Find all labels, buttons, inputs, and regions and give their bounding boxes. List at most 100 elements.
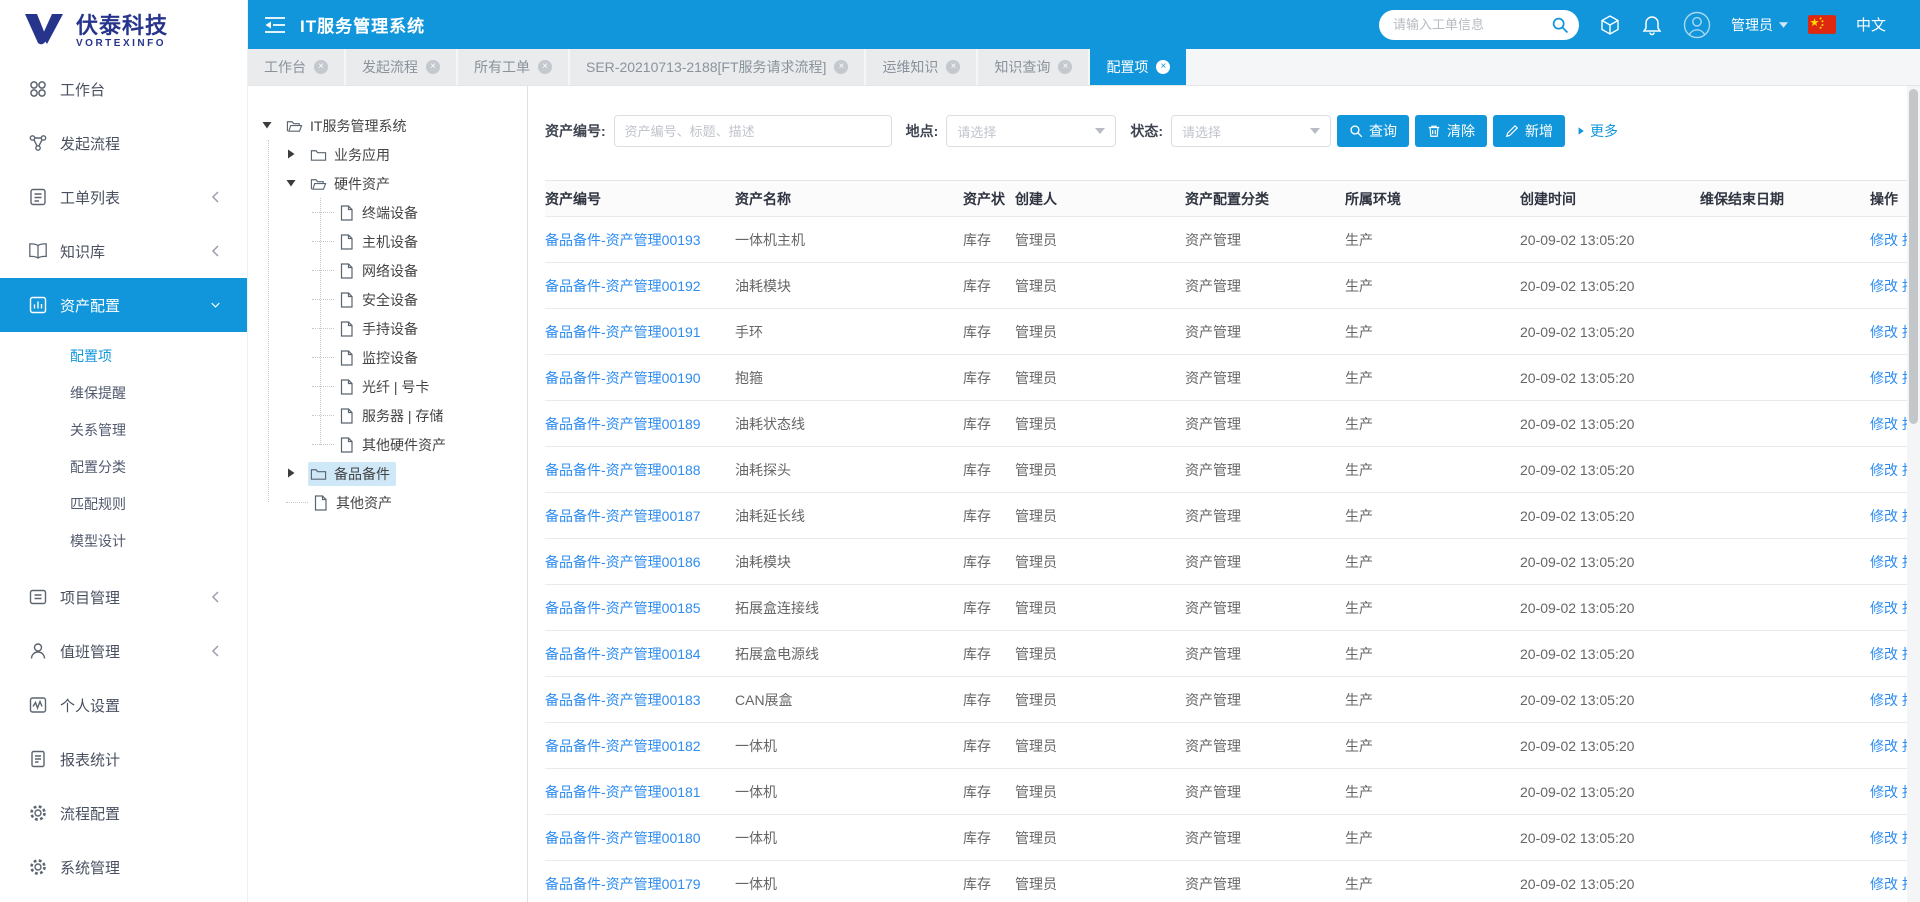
tab-5[interactable]: 知识查询× [978,49,1088,85]
tree-node-13[interactable]: 其他资产 [248,488,527,517]
tree-node-12[interactable]: 备品备件 [248,459,527,488]
collapse-icon[interactable] [264,16,286,34]
tab-close-icon[interactable]: × [834,60,848,74]
modify-link[interactable]: 修改 [1870,784,1898,800]
tab-close-icon[interactable]: × [426,60,440,74]
tab-close-icon[interactable]: × [538,60,552,74]
tab-close-icon[interactable]: × [946,60,960,74]
tab-2[interactable]: 所有工单× [458,49,568,85]
modify-link[interactable]: 修改 [1870,600,1898,616]
sidebar-item-3[interactable]: 知识库 [0,224,247,278]
asset-code-link[interactable]: 备品备件-资产管理00182 [545,738,701,754]
global-search-input[interactable] [1379,10,1579,40]
tree-node-9[interactable]: 光纤 | 号卡 [248,372,527,401]
asset-code-link[interactable]: 备品备件-资产管理00190 [545,370,701,386]
sidebar-item-2[interactable]: 工单列表 [0,170,247,224]
tree-node-2[interactable]: 硬件资产 [248,169,527,198]
sidebar-subitem-1[interactable]: 维保提醒 [0,375,247,412]
asset-code-link[interactable]: 备品备件-资产管理00189 [545,416,701,432]
tree-connector [312,415,334,416]
search-icon[interactable] [1551,16,1569,34]
flag-cn-icon[interactable] [1808,15,1836,34]
clear-button[interactable]: 清除 [1415,115,1487,147]
asset-code-link[interactable]: 备品备件-资产管理00185 [545,600,701,616]
sidebar-subitem-2[interactable]: 关系管理 [0,412,247,449]
asset-code-link[interactable]: 备品备件-资产管理00183 [545,692,701,708]
modify-link[interactable]: 修改 [1870,646,1898,662]
tree-node-4[interactable]: 主机设备 [248,227,527,256]
tab-close-icon[interactable]: × [1058,60,1072,74]
tree-node-10[interactable]: 服务器 | 存储 [248,401,527,430]
sidebar-subitem-0[interactable]: 配置项 [0,338,247,375]
more-link[interactable]: 更多 [1577,121,1618,141]
tree-node-3[interactable]: 终端设备 [248,198,527,227]
tree-node-1[interactable]: 业务应用 [248,140,527,169]
asset-no-input[interactable] [614,115,892,147]
modify-link[interactable]: 修改 [1870,876,1898,892]
tab-0[interactable]: 工作台× [248,49,344,85]
tree-node-6[interactable]: 安全设备 [248,285,527,314]
modify-link[interactable]: 修改 [1870,232,1898,248]
asset-status-cell: 库存 [963,539,1015,585]
sidebar-item-1[interactable]: 发起流程 [0,116,247,170]
created-time-cell: 20-09-02 13:05:20 [1520,401,1700,447]
sidebar-item-9[interactable]: 流程配置 [0,786,247,840]
modify-link[interactable]: 修改 [1870,508,1898,524]
modify-link[interactable]: 修改 [1870,554,1898,570]
modify-link[interactable]: 修改 [1870,324,1898,340]
sidebar-subitem-5[interactable]: 模型设计 [0,523,247,560]
asset-code-link[interactable]: 备品备件-资产管理00186 [545,554,701,570]
sidebar-item-4[interactable]: 资产配置 [0,278,247,332]
tree-node-11[interactable]: 其他硬件资产 [248,430,527,459]
warranty-end-cell [1700,355,1870,401]
modify-link[interactable]: 修改 [1870,738,1898,754]
asset-code-link[interactable]: 备品备件-资产管理00192 [545,278,701,294]
tree-node-0[interactable]: IT服务管理系统 [248,111,527,140]
sidebar-item-10[interactable]: 系统管理 [0,840,247,894]
sidebar-item-5[interactable]: 项目管理 [0,570,247,624]
modify-link[interactable]: 修改 [1870,370,1898,386]
bell-icon[interactable] [1641,14,1663,36]
cube-icon[interactable] [1599,14,1621,36]
tab-6[interactable]: 配置项× [1090,49,1186,85]
sidebar-item-6[interactable]: 值班管理 [0,624,247,678]
asset-name-cell: 一体机 [735,769,963,815]
tab-4[interactable]: 运维知识× [866,49,976,85]
file-icon [338,350,355,366]
avatar-icon[interactable] [1683,11,1711,39]
modify-link[interactable]: 修改 [1870,692,1898,708]
asset-code-link[interactable]: 备品备件-资产管理00179 [545,876,701,892]
tab-close-icon[interactable]: × [314,60,328,74]
asset-code-link[interactable]: 备品备件-资产管理00181 [545,784,701,800]
modify-link[interactable]: 修改 [1870,278,1898,294]
sidebar-subitem-3[interactable]: 配置分类 [0,449,247,486]
asset-name-cell: 油耗模块 [735,263,963,309]
asset-code-link[interactable]: 备品备件-资产管理00191 [545,324,701,340]
search-button[interactable]: 查询 [1337,115,1409,147]
tab-1[interactable]: 发起流程× [346,49,456,85]
tree-node-5[interactable]: 网络设备 [248,256,527,285]
user-menu[interactable]: 管理员 [1731,15,1788,35]
tab-close-icon[interactable]: × [1156,60,1170,74]
vertical-scrollbar[interactable] [1907,86,1920,902]
asset-code-link[interactable]: 备品备件-资产管理00180 [545,830,701,846]
modify-link[interactable]: 修改 [1870,462,1898,478]
asset-code-link[interactable]: 备品备件-资产管理00187 [545,508,701,524]
tree-node-7[interactable]: 手持设备 [248,314,527,343]
asset-code-link[interactable]: 备品备件-资产管理00188 [545,462,701,478]
scrollbar-thumb[interactable] [1909,89,1918,424]
asset-code-link[interactable]: 备品备件-资产管理00193 [545,232,701,248]
modify-link[interactable]: 修改 [1870,416,1898,432]
tab-3[interactable]: SER-20210713-2188[FT服务请求流程]× [570,49,864,85]
sidebar-item-0[interactable]: 工作台 [0,62,247,116]
location-select[interactable]: 请选择 [946,115,1116,147]
status-select[interactable]: 请选择 [1171,115,1331,147]
modify-link[interactable]: 修改 [1870,830,1898,846]
language-switch[interactable]: 中文 [1856,14,1886,35]
add-button[interactable]: 新增 [1493,115,1565,147]
sidebar-subitem-4[interactable]: 匹配规则 [0,486,247,523]
sidebar-item-7[interactable]: 个人设置 [0,678,247,732]
asset-code-link[interactable]: 备品备件-资产管理00184 [545,646,701,662]
sidebar-item-8[interactable]: 报表统计 [0,732,247,786]
tree-node-8[interactable]: 监控设备 [248,343,527,372]
